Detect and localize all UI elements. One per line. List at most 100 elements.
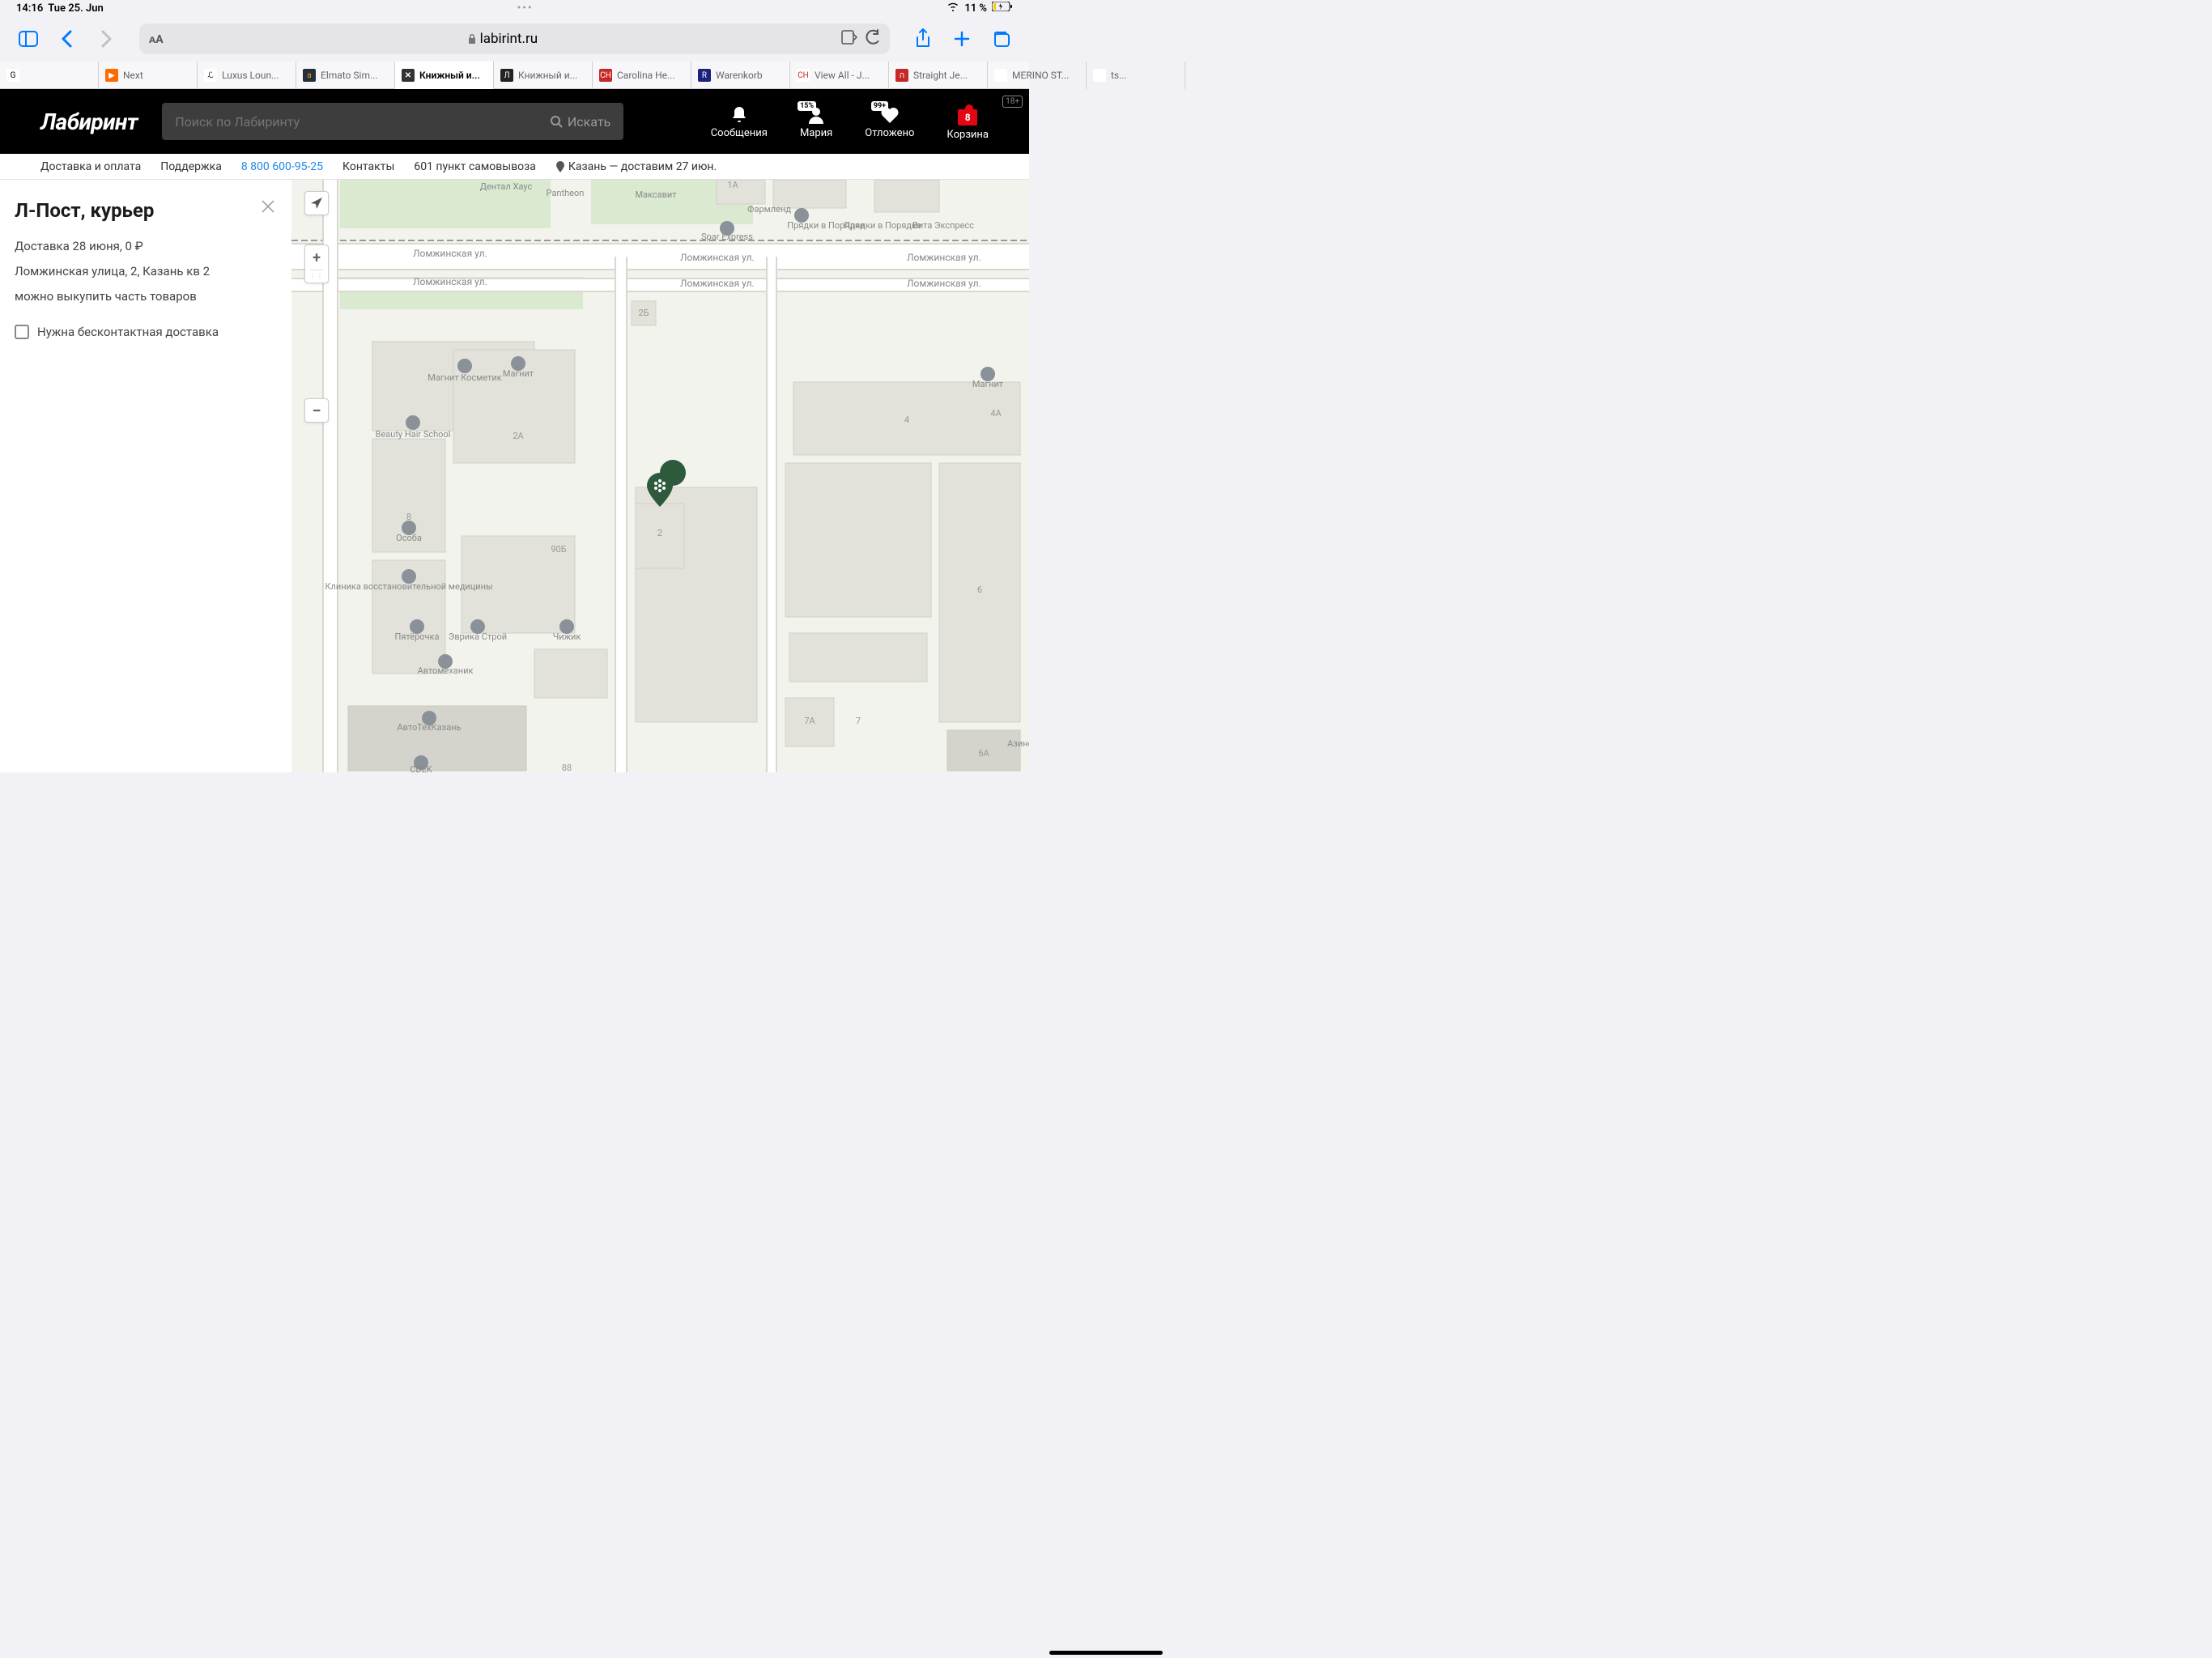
svg-text:Ломжинская ул.: Ломжинская ул. — [413, 276, 487, 287]
svg-text:Автомеханик: Автомеханик — [418, 665, 474, 676]
share-icon[interactable] — [909, 25, 937, 53]
nav-city[interactable]: Казань — доставим 27 июн. — [555, 160, 717, 173]
svg-text:4А: 4А — [990, 408, 1002, 419]
multitask-dots[interactable]: ••• — [104, 2, 947, 15]
svg-text:Вита Экспресс: Вита Экспресс — [912, 220, 974, 231]
tab-2[interactable]: ℒLuxus Loun... — [198, 62, 296, 89]
svg-text:Ломжинская ул.: Ломжинская ул. — [907, 252, 981, 263]
svg-text:4: 4 — [904, 414, 909, 425]
svg-text:Ломжинская ул.: Ломжинская ул. — [680, 252, 755, 263]
new-tab-icon[interactable] — [948, 25, 976, 53]
svg-text:6: 6 — [977, 585, 982, 595]
svg-text:Ломжинская ул.: Ломжинская ул. — [413, 248, 487, 259]
tab-favicon: ▶ — [105, 69, 118, 82]
text-size-icon[interactable]: ᴀA — [149, 32, 164, 46]
map[interactable]: Ломжинская ул. Ломжинская ул. Ломжинская… — [291, 180, 1029, 772]
panel-title: Л-Пост, курьер — [15, 199, 277, 222]
tab-label: Книжный и... — [518, 70, 577, 81]
tab-label: ts... — [1111, 70, 1127, 81]
zoom-in-button[interactable]: + — [305, 245, 328, 270]
svg-text:Азино: Азино — [1007, 738, 1029, 749]
svg-text:Pantheon: Pantheon — [547, 188, 585, 198]
tabs-icon[interactable] — [987, 25, 1015, 53]
tab-0[interactable]: G — [0, 62, 99, 89]
back-button[interactable] — [53, 25, 81, 53]
svg-text:Чижик: Чижик — [553, 631, 581, 642]
tab-favicon: Л — [500, 69, 513, 82]
map-zoom-control: + ⋮⋮ — [304, 244, 329, 283]
sub-nav: Доставка и оплата Поддержка 8 800 600-95… — [0, 154, 1029, 180]
user-button[interactable]: 15% Мария — [800, 104, 832, 139]
svg-text:88: 88 — [562, 763, 572, 772]
nav-support[interactable]: Поддержка — [160, 160, 222, 173]
messages-button[interactable]: Сообщения — [711, 104, 768, 139]
nav-contacts[interactable]: Контакты — [342, 160, 394, 173]
svg-text:1А: 1А — [727, 180, 738, 190]
battery-icon — [992, 2, 1013, 15]
map-canvas[interactable]: Ломжинская ул. Ломжинская ул. Ломжинская… — [291, 180, 1029, 772]
svg-text:Магнит: Магнит — [972, 379, 1004, 389]
pin-icon — [555, 161, 565, 172]
address-bar[interactable]: ᴀA labirint.ru — [139, 23, 890, 54]
tab-8[interactable]: CHView All - J... — [790, 62, 889, 89]
tab-favicon: R — [698, 69, 711, 82]
svg-text:Магнит Косметик: Магнит Косметик — [428, 372, 501, 383]
tab-favicon: a — [303, 69, 316, 82]
svg-text:Фармленд: Фармленд — [747, 204, 791, 215]
tab-7[interactable]: RWarenkorb — [691, 62, 790, 89]
search-submit[interactable]: Искать — [550, 114, 610, 130]
reader-icon[interactable] — [841, 30, 857, 48]
search-input[interactable] — [175, 114, 550, 130]
cart-button[interactable]: 8 Корзина — [946, 103, 989, 141]
tab-9[interactable]: הStraight Je... — [889, 62, 988, 89]
tabs-bar: G ▶ Next ℒLuxus Loun... a Elmato Sim... ✕Книжн… — [0, 62, 1029, 89]
tab-1[interactable]: ▶ Next — [99, 62, 198, 89]
svg-text:2А: 2А — [513, 431, 524, 441]
svg-text:Прядки в Порядке: Прядки в Порядке — [844, 220, 921, 231]
search-box[interactable]: Искать — [162, 103, 623, 140]
user-badge: 15% — [798, 101, 816, 111]
delivery-address: Ломжинская улица, 2, Казань кв 2 — [15, 263, 277, 280]
map-locate-button[interactable] — [304, 191, 329, 215]
tab-label: Next — [123, 70, 143, 81]
close-icon[interactable] — [259, 198, 277, 215]
nav-pickup[interactable]: 601 пункт самовывоза — [414, 160, 536, 173]
tab-3[interactable]: a Elmato Sim... — [296, 62, 395, 89]
svg-text:Ломжинская ул.: Ломжинская ул. — [680, 278, 755, 289]
deferred-badge: 99+ — [871, 101, 888, 111]
bell-icon — [729, 104, 750, 125]
svg-text:Ломжинская ул.: Ломжинская ул. — [907, 278, 981, 289]
zoom-out-button[interactable]: − — [304, 398, 329, 423]
tab-11[interactable]: ts... — [1087, 62, 1185, 89]
logo[interactable]: Лабиринт — [40, 108, 138, 135]
svg-text:Spar Express: Spar Express — [701, 232, 753, 242]
nav-phone[interactable]: 8 800 600-95-25 — [241, 160, 323, 173]
tab-label: Elmato Sim... — [321, 70, 377, 81]
svg-text:2Б: 2Б — [638, 308, 649, 318]
tab-10[interactable]: MERINO ST... — [988, 62, 1087, 89]
reload-icon[interactable] — [866, 29, 880, 49]
contactless-checkbox[interactable] — [15, 325, 29, 339]
tab-favicon: CH — [797, 69, 810, 82]
delivery-note: можно выкупить часть товаров — [15, 288, 277, 305]
home-indicator[interactable] — [1049, 1651, 1163, 1655]
deferred-button[interactable]: 99+ Отложено — [865, 104, 914, 139]
url-text: labirint.ru — [480, 31, 538, 47]
delivery-panel: Л-Пост, курьер Доставка 28 июня, 0 ₽ Лом… — [0, 180, 291, 772]
svg-text:Beauty Hair School: Beauty Hair School — [376, 429, 451, 440]
tab-label: Книжный и... — [419, 70, 480, 81]
tab-4[interactable]: ✕Книжный и... — [395, 62, 494, 89]
sidebar-toggle-icon[interactable] — [15, 25, 42, 53]
search-icon — [550, 115, 563, 128]
lock-icon — [467, 33, 477, 45]
content: Л-Пост, курьер Доставка 28 июня, 0 ₽ Лом… — [0, 180, 1029, 772]
nav-delivery[interactable]: Доставка и оплата — [40, 160, 141, 173]
contactless-row[interactable]: Нужна бесконтактная доставка — [15, 325, 277, 339]
site-header: Лабиринт Искать Сообщения 15% Мария 99+ … — [0, 89, 1029, 154]
svg-text:Максавит: Максавит — [635, 189, 677, 200]
svg-text:Магнит: Магнит — [503, 368, 534, 379]
tab-favicon — [1093, 69, 1106, 82]
tab-6[interactable]: CHCarolina He... — [593, 62, 691, 89]
svg-text:Дентал Хаус: Дентал Хаус — [480, 181, 533, 192]
tab-5[interactable]: Л Книжный и... — [494, 62, 593, 89]
